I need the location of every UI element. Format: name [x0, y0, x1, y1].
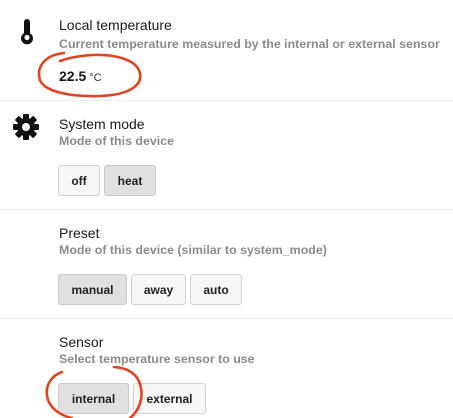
sensor-section: Sensor Select temperature sensor to use …: [0, 319, 453, 418]
preset-description: Mode of this device (similar to system_m…: [59, 243, 327, 257]
sensor-title: Sensor: [59, 334, 104, 350]
system-mode-button-group: off heat: [58, 165, 156, 196]
local-temperature-description: Current temperature measured by the inte…: [59, 37, 440, 51]
local-temperature-section: Local temperature Current temperature me…: [0, 0, 453, 100]
sensor-external-button[interactable]: external: [133, 383, 206, 414]
sensor-description: Select temperature sensor to use: [59, 352, 255, 366]
preset-away-button[interactable]: away: [131, 274, 186, 305]
system-mode-description: Mode of this device: [59, 134, 174, 148]
local-temperature-title: Local temperature: [59, 17, 172, 33]
gear-icon: [13, 114, 39, 140]
preset-section: Preset Mode of this device (similar to s…: [0, 210, 453, 318]
thermometer-icon: [21, 19, 33, 45]
preset-auto-button[interactable]: auto: [190, 274, 242, 305]
preset-button-group: manual away auto: [58, 274, 242, 305]
system-mode-off-button[interactable]: off: [58, 165, 100, 196]
temperature-unit: °C: [89, 72, 102, 84]
preset-manual-button[interactable]: manual: [58, 274, 127, 305]
sensor-internal-button[interactable]: internal: [58, 383, 129, 414]
system-mode-heat-button[interactable]: heat: [104, 165, 156, 196]
sensor-button-group: internal external: [58, 383, 206, 414]
temperature-value: 22.5: [59, 68, 87, 84]
preset-title: Preset: [59, 225, 100, 241]
temperature-reading: 22.5 °C: [59, 68, 102, 86]
system-mode-title: System mode: [59, 116, 145, 132]
system-mode-section: System mode Mode of this device off heat: [0, 101, 453, 209]
